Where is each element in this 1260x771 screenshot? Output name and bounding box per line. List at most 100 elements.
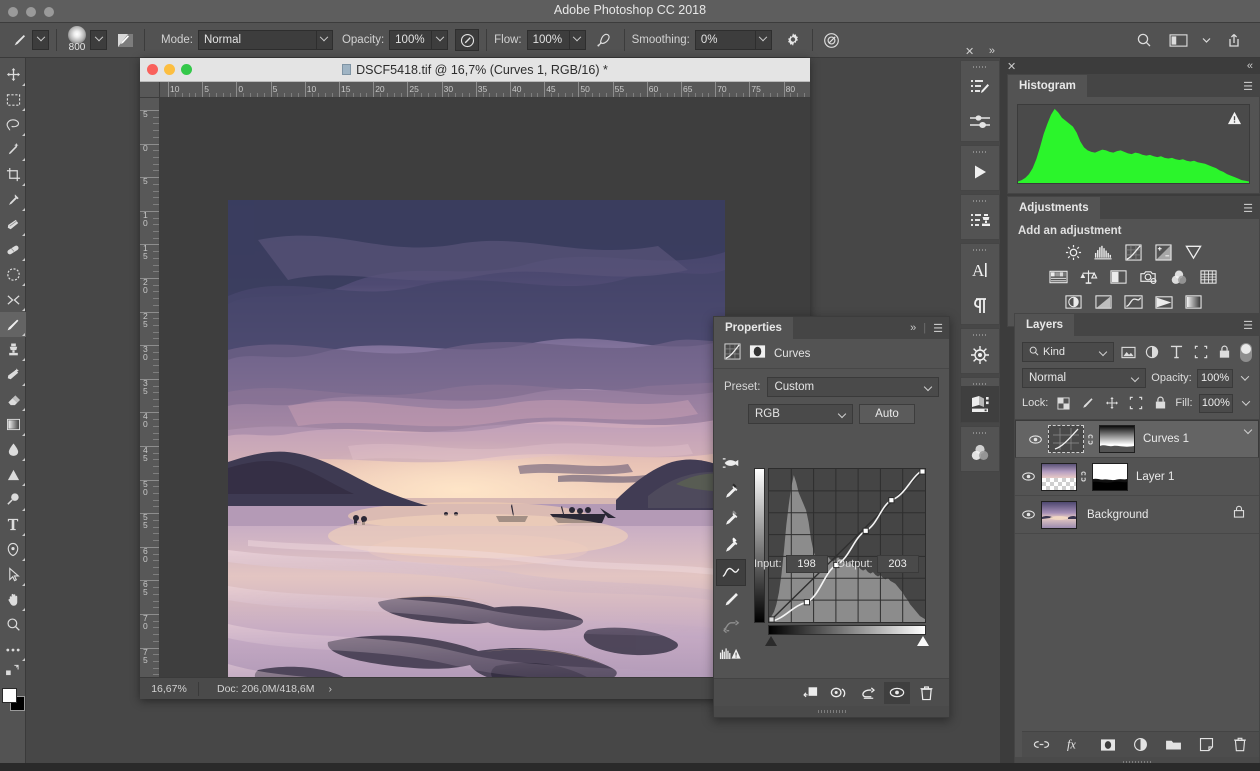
brush-presets-icon[interactable] — [961, 69, 999, 105]
fx-icon[interactable]: fx — [1065, 735, 1085, 755]
character-a-icon[interactable]: A — [961, 252, 999, 288]
layer-image-thumbnail[interactable] — [1041, 500, 1077, 529]
brush-icon[interactable] — [8, 28, 32, 52]
sidebar-item-dodge-tool[interactable] — [0, 462, 26, 487]
tab-layers[interactable]: Layers — [1015, 314, 1075, 336]
shape-icon[interactable] — [1191, 342, 1210, 362]
share-icon[interactable] — [1222, 28, 1246, 52]
chevron-down-icon[interactable] — [315, 30, 333, 50]
panel-resize-grip[interactable] — [714, 706, 949, 717]
search-icon[interactable] — [1132, 28, 1156, 52]
sidebar-item-shuffle-tool[interactable] — [0, 287, 26, 312]
blend-mode-value[interactable]: Normal — [197, 30, 316, 50]
clone-source-icon[interactable] — [961, 203, 999, 239]
layer-mask-thumbnail[interactable] — [1099, 425, 1135, 453]
gear-icon[interactable] — [781, 29, 805, 51]
link-icon[interactable] — [1032, 735, 1052, 755]
brightness-icon[interactable] — [1063, 242, 1085, 262]
channel-select[interactable]: RGB — [748, 404, 853, 424]
photo-filter-icon[interactable] — [1138, 267, 1160, 287]
input-value[interactable]: 198 — [785, 555, 828, 573]
new-layer-icon[interactable] — [1197, 735, 1217, 755]
trash-icon[interactable] — [913, 682, 939, 704]
onscreen-adjust-icon[interactable] — [716, 449, 746, 476]
paragraph-pilcrow-icon[interactable] — [961, 288, 999, 324]
eyedropper-white-icon[interactable] — [716, 532, 746, 559]
curve-icon[interactable] — [716, 559, 746, 586]
layer-image-thumbnail[interactable] — [1041, 462, 1077, 491]
layer-name[interactable]: Layer 1 — [1136, 471, 1174, 483]
sidebar-item-crop-tool[interactable] — [0, 162, 26, 187]
trash-icon[interactable] — [1230, 735, 1250, 755]
tab-adjustments[interactable]: Adjustments — [1008, 197, 1100, 219]
layer-adjustment-thumbnail[interactable] — [1048, 425, 1084, 453]
chevron-down-icon[interactable] — [1239, 394, 1252, 413]
previous-state-icon[interactable] — [826, 682, 852, 704]
layer-name[interactable]: Background — [1087, 509, 1148, 521]
sidebar-item-pen-tool[interactable] — [0, 537, 26, 562]
ruler-corner[interactable] — [140, 82, 160, 98]
lock-icon[interactable] — [1233, 505, 1245, 524]
brush-settings-caret[interactable] — [90, 30, 107, 50]
sidebar-item-marquee-tool[interactable] — [0, 87, 26, 112]
curve-control-point[interactable] — [769, 616, 775, 622]
double-chevron-right-icon[interactable]: » — [910, 322, 916, 334]
smart-object-icon[interactable] — [1215, 342, 1234, 362]
curve-control-point[interactable] — [888, 497, 895, 504]
blend-mode-select[interactable]: Normal — [197, 30, 333, 50]
panel-menu-icon[interactable]: ☰ — [1243, 319, 1253, 332]
sidebar-item-clone-stamp-tool[interactable] — [0, 337, 26, 362]
sidebar-item-quick-selection-tool[interactable] — [0, 137, 26, 162]
auto-button[interactable]: Auto — [859, 404, 915, 424]
sidebar-item-gradient-tool[interactable] — [0, 412, 26, 437]
vertical-ruler[interactable]: 505101520253035404550556065707580 — [140, 98, 160, 677]
cached-data-warning-icon[interactable] — [1227, 111, 1242, 130]
gradient-map-icon[interactable] — [1153, 292, 1175, 312]
sidebar-item-burn-tool[interactable] — [0, 487, 26, 512]
levels-icon[interactable] — [1093, 242, 1115, 262]
image-icon[interactable] — [1119, 342, 1138, 362]
layer-mask-thumbnail[interactable] — [1092, 462, 1128, 491]
black-white-icon[interactable] — [1108, 267, 1130, 287]
layer-blend-mode-select[interactable]: Normal — [1022, 368, 1147, 388]
curve-grid[interactable] — [768, 468, 926, 623]
tab-histogram[interactable]: Histogram — [1008, 75, 1087, 97]
preset-select[interactable]: Custom — [767, 377, 939, 397]
chevron-down-icon[interactable] — [1200, 28, 1212, 52]
eyedropper-gray-icon[interactable] — [716, 505, 746, 532]
layer-visibility-toggle[interactable] — [1015, 471, 1041, 482]
status-expand-icon[interactable]: › — [328, 683, 332, 695]
smoothing-input[interactable]: 0% — [694, 30, 772, 50]
layer-link-icon[interactable] — [1077, 469, 1090, 484]
curve-control-point[interactable] — [919, 469, 925, 475]
opacity-input[interactable]: 100% — [389, 30, 449, 50]
chevron-down-icon[interactable] — [431, 30, 449, 50]
sidebar-item-hand-tool[interactable] — [0, 587, 26, 612]
layer-opacity-value[interactable]: 100% — [1196, 368, 1234, 388]
sidebar-item-history-brush-tool[interactable] — [0, 362, 26, 387]
chevron-down-icon[interactable] — [568, 30, 586, 50]
horizontal-ruler[interactable]: 1050510152025303540455055606570758085 — [160, 82, 810, 98]
opacity-pressure-icon[interactable] — [455, 29, 480, 51]
lock-icon[interactable] — [1151, 393, 1169, 413]
3d-wheel-icon[interactable] — [961, 337, 999, 373]
layer-visibility-toggle[interactable] — [1022, 434, 1048, 445]
brush-panel-toggle[interactable] — [113, 29, 137, 51]
minimize-document-button[interactable] — [164, 64, 175, 75]
flow-input[interactable]: 100% — [526, 30, 586, 50]
fill-value[interactable]: 100% — [1198, 393, 1234, 413]
color-balance-icon[interactable] — [1078, 267, 1100, 287]
reset-icon[interactable] — [855, 682, 881, 704]
text-t-icon[interactable] — [1167, 342, 1186, 362]
invert-icon[interactable] — [1063, 292, 1085, 312]
sidebar-item-move-tool[interactable] — [0, 62, 26, 87]
foreground-color-swatch[interactable] — [2, 688, 17, 703]
hue-saturation-icon[interactable] — [1048, 267, 1070, 287]
close-icon[interactable]: ✕ — [1007, 60, 1016, 73]
color-wheel-icon[interactable] — [961, 435, 999, 471]
vibrance-icon[interactable] — [1183, 242, 1205, 262]
brush-size-preview[interactable]: 800 — [64, 26, 90, 54]
histogram-warning-icon[interactable] — [716, 640, 746, 667]
sidebar-item-eraser-tool[interactable] — [0, 387, 26, 412]
mask-icon[interactable] — [749, 343, 766, 365]
